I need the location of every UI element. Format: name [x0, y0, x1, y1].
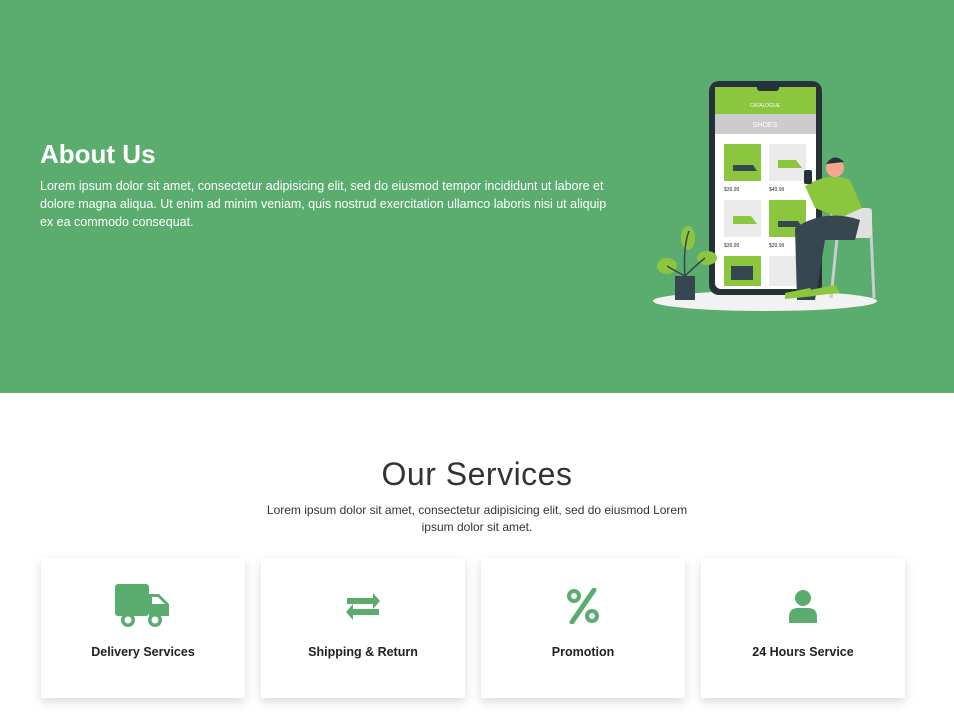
- about-section: About Us Lorem ipsum dolor sit amet, con…: [0, 0, 954, 393]
- truck-icon: [41, 584, 245, 628]
- services-title: Our Services: [381, 456, 573, 492]
- service-card-24h[interactable]: 24 Hours Service: [701, 558, 905, 698]
- service-label: Shipping & Return: [308, 645, 418, 659]
- shopping-app-illustration: CATALOGUE SHOES $39.99 $49.99 $39.99 $39…: [653, 81, 877, 311]
- service-label: Delivery Services: [91, 645, 195, 659]
- service-card-shipping[interactable]: Shipping & Return: [261, 558, 465, 698]
- price: $49.99: [769, 187, 785, 193]
- about-title: About Us: [40, 139, 156, 169]
- services-description: Lorem ipsum dolor sit amet, consectetur …: [266, 503, 688, 534]
- percent-icon: [481, 584, 685, 628]
- price: $39.99: [724, 187, 740, 193]
- service-label: 24 Hours Service: [752, 645, 854, 659]
- about-text: Lorem ipsum dolor sit amet, consectetur …: [40, 179, 607, 229]
- price: $39.99: [769, 243, 785, 249]
- catalogue-label: CATALOGUE: [750, 103, 781, 109]
- service-label: Promotion: [551, 645, 615, 659]
- exchange-arrows-icon: [261, 584, 465, 628]
- service-card-delivery[interactable]: Delivery Services: [41, 558, 245, 698]
- category-label: SHOES: [753, 122, 778, 129]
- service-card-promotion[interactable]: Promotion: [481, 558, 685, 698]
- user-icon: [701, 584, 905, 628]
- price: $39.99: [724, 243, 740, 249]
